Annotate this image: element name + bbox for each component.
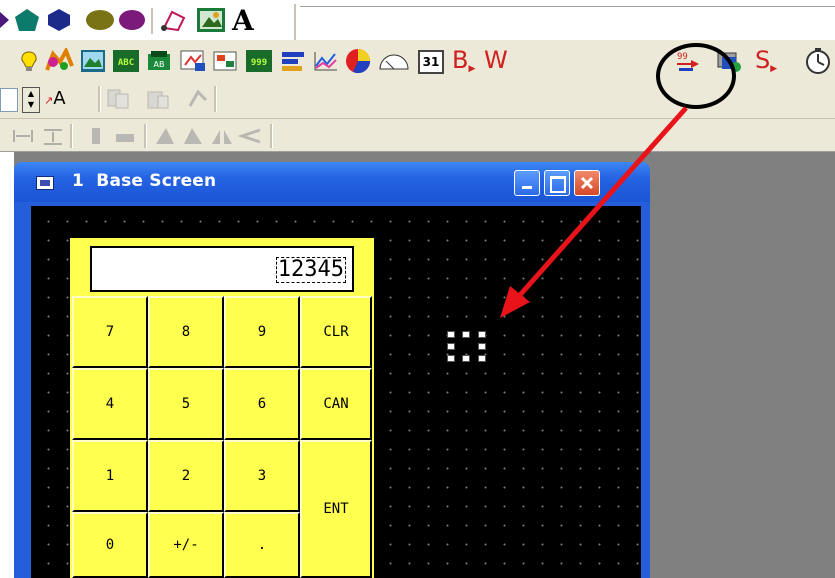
same-height-icon[interactable] [42, 128, 64, 146]
flip-horizontal-icon[interactable] [210, 126, 234, 146]
picture-icon[interactable] [196, 7, 226, 33]
window-title: 1 Base Screen [72, 171, 216, 191]
cancel-button[interactable]: CAN [300, 368, 372, 440]
numeric-display-icon[interactable]: 999 [246, 50, 272, 72]
toolbar-right-fill [300, 0, 835, 7]
font-size-icon[interactable]: ↗A [44, 88, 66, 109]
align-bottom-icon[interactable] [114, 128, 136, 144]
alarm-icon[interactable] [212, 49, 240, 73]
toolbar-separator [294, 4, 297, 40]
pie-chart-icon[interactable] [345, 48, 371, 74]
same-width-icon[interactable] [12, 128, 34, 144]
lamp-icon[interactable] [18, 50, 40, 72]
numeric-display[interactable]: 12345 [90, 246, 354, 292]
window-number: 1 [72, 171, 85, 191]
word-label: W [484, 46, 508, 74]
station-icon[interactable]: S▶ [755, 46, 777, 74]
text-icon[interactable]: A [232, 4, 254, 37]
calendar-icon[interactable]: 31 [418, 50, 444, 74]
toolbar-separator [151, 8, 154, 34]
keypad-icon[interactable]: AB [146, 50, 172, 72]
toolbar-separator [270, 124, 273, 148]
abc-display-label: ABC [118, 58, 134, 68]
font-toolbar: ▲ ▼ ↗A [0, 82, 300, 116]
hexagon-icon[interactable] [47, 8, 71, 32]
key-1[interactable]: 1 [72, 440, 148, 512]
align-toolbar [0, 120, 400, 152]
pentagon-icon[interactable] [14, 8, 40, 32]
clear-button[interactable]: CLR [300, 296, 372, 368]
polygon-icon[interactable] [117, 9, 147, 31]
placed-object-selection[interactable] [447, 331, 487, 363]
bit-label: B [452, 46, 469, 74]
rotate-left-icon[interactable] [154, 126, 176, 146]
key-2[interactable]: 2 [148, 440, 224, 512]
station-label: S [755, 46, 771, 74]
toolbar-separator [70, 124, 73, 148]
window-system-icon[interactable] [36, 176, 54, 190]
abc-display-icon[interactable]: ABC [113, 50, 139, 72]
workspace-white-strip [0, 152, 14, 578]
annotation-arrow [500, 106, 688, 318]
flip-vertical-icon[interactable] [238, 126, 262, 146]
toolbar-separator [214, 86, 217, 112]
window-icon[interactable] [179, 49, 207, 73]
timer-icon[interactable] [804, 47, 832, 75]
switch-icon[interactable] [44, 48, 74, 74]
key-6[interactable]: 6 [224, 368, 300, 440]
display-value: 12345 [275, 257, 346, 283]
numeric-display-label: 999 [251, 58, 267, 68]
toolbar-separator [98, 86, 101, 112]
window-title-text: Base Screen [96, 171, 217, 191]
paste-format-icon[interactable] [146, 88, 172, 110]
rotate-right-icon[interactable] [182, 126, 204, 146]
key-5[interactable]: 5 [148, 368, 224, 440]
enter-button[interactable]: ENT [300, 440, 372, 578]
copy-format-icon[interactable] [106, 88, 132, 110]
toolbar-separator [144, 124, 147, 148]
key-7[interactable]: 7 [72, 296, 148, 368]
key-3[interactable]: 3 [224, 440, 300, 512]
shape-triangle-icon[interactable] [0, 10, 10, 30]
align-left-icon[interactable] [90, 126, 104, 146]
key-9[interactable]: 9 [224, 296, 300, 368]
meter-icon[interactable] [378, 51, 410, 71]
spin-buttons[interactable]: ▲ ▼ [22, 87, 40, 113]
trend-graph-icon[interactable] [313, 50, 339, 72]
properties-icon[interactable] [186, 88, 212, 110]
decimal-point-button[interactable]: . [224, 512, 300, 578]
calendar-label: 31 [422, 55, 440, 69]
key-8[interactable]: 8 [148, 296, 224, 368]
svg-text:AB: AB [154, 60, 165, 69]
key-4[interactable]: 4 [72, 368, 148, 440]
bar-graph-icon[interactable] [280, 50, 306, 72]
ellipse-icon[interactable] [85, 9, 115, 31]
drawing-toolbar: A [0, 4, 300, 40]
word-switch-icon[interactable]: W [484, 46, 508, 74]
freeform-icon[interactable] [160, 8, 188, 32]
bit-switch-icon[interactable]: B▶ [452, 46, 475, 74]
image-icon[interactable] [80, 49, 106, 73]
sign-button[interactable]: +/- [148, 512, 224, 578]
font-size-stepper[interactable] [0, 88, 18, 112]
key-0[interactable]: 0 [72, 512, 148, 578]
